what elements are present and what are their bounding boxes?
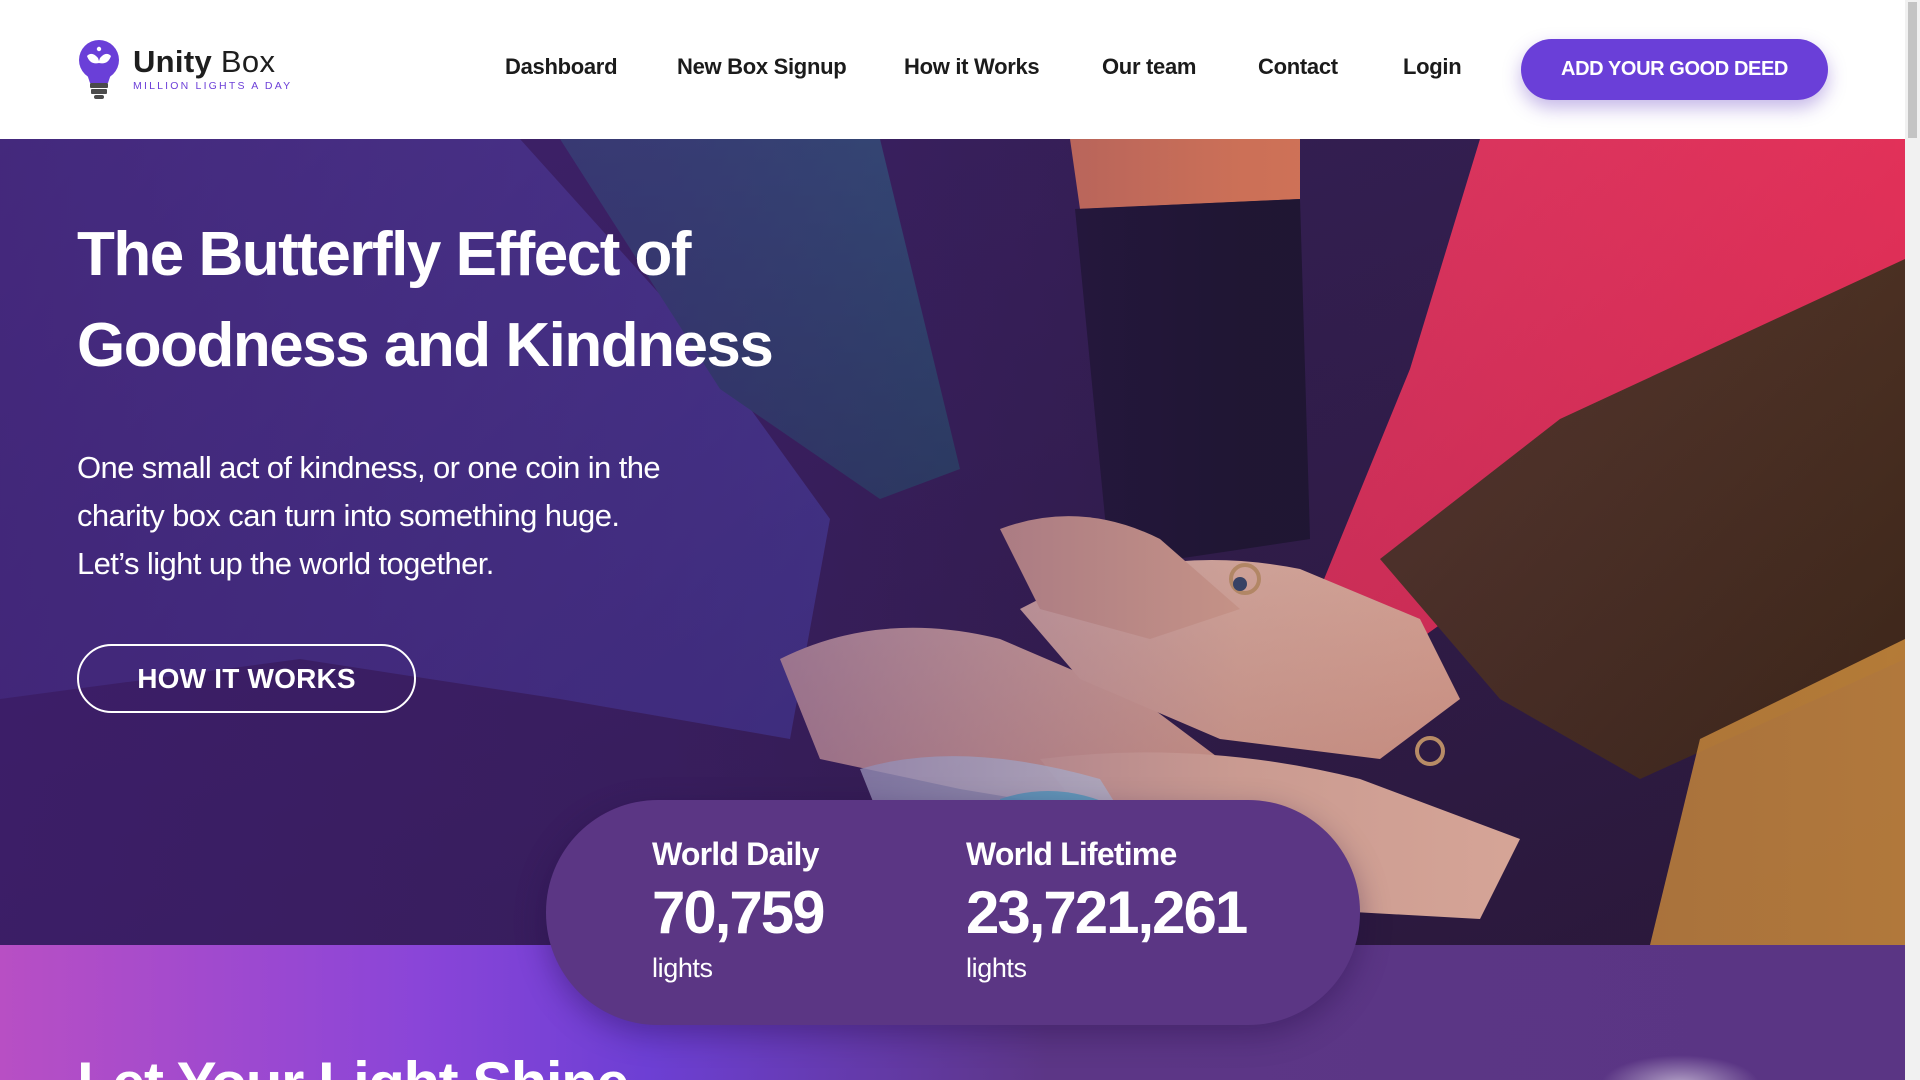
nav-new-box-signup[interactable]: New Box Signup [677, 54, 847, 80]
world-lifetime-stat: World Lifetime 23,721,261 lights [966, 834, 1248, 986]
nav-dashboard[interactable]: Dashboard [505, 54, 618, 80]
brand-tagline: MILLION LIGHTS A DAY [133, 79, 293, 92]
hero-title: The Butterfly Effect of Goodness and Kind… [77, 220, 774, 380]
brand-name: Unity Box [133, 43, 276, 79]
stat-unit: lights [652, 953, 713, 983]
stat-value: 70,759 [652, 879, 826, 946]
how-it-works-button[interactable]: HOW IT WORKS [77, 644, 416, 713]
site-header: Unity Box MILLION LIGHTS A DAY Dashboard… [0, 0, 1905, 139]
hero-description: One small act of kindness, or one coin i… [77, 450, 661, 581]
stat-label: World Daily [652, 836, 819, 872]
nav-our-team[interactable]: Our team [1102, 54, 1196, 80]
stat-value: 23,721,261 [966, 879, 1248, 946]
nav-login[interactable]: Login [1403, 54, 1462, 80]
stat-label: World Lifetime [966, 836, 1177, 872]
page-scrollbar[interactable] [1905, 0, 1920, 1080]
add-good-deed-button[interactable]: ADD YOUR GOOD DEED [1521, 39, 1828, 100]
stat-unit: lights [966, 953, 1027, 983]
nav-how-it-works[interactable]: How it Works [904, 54, 1040, 80]
glow-decoration [1600, 1055, 1760, 1080]
lightbulb-logo-icon [77, 39, 121, 101]
section-title: Let Your Light Shine [77, 1049, 630, 1080]
logo[interactable]: Unity Box MILLION LIGHTS A DAY [77, 38, 290, 102]
nav-contact[interactable]: Contact [1258, 54, 1338, 80]
scrollbar-thumb[interactable] [1908, 2, 1917, 138]
world-stats-card: World Daily 70,759 lights World Lifetime… [546, 800, 1360, 1025]
world-daily-stat: World Daily 70,759 lights [652, 834, 826, 986]
